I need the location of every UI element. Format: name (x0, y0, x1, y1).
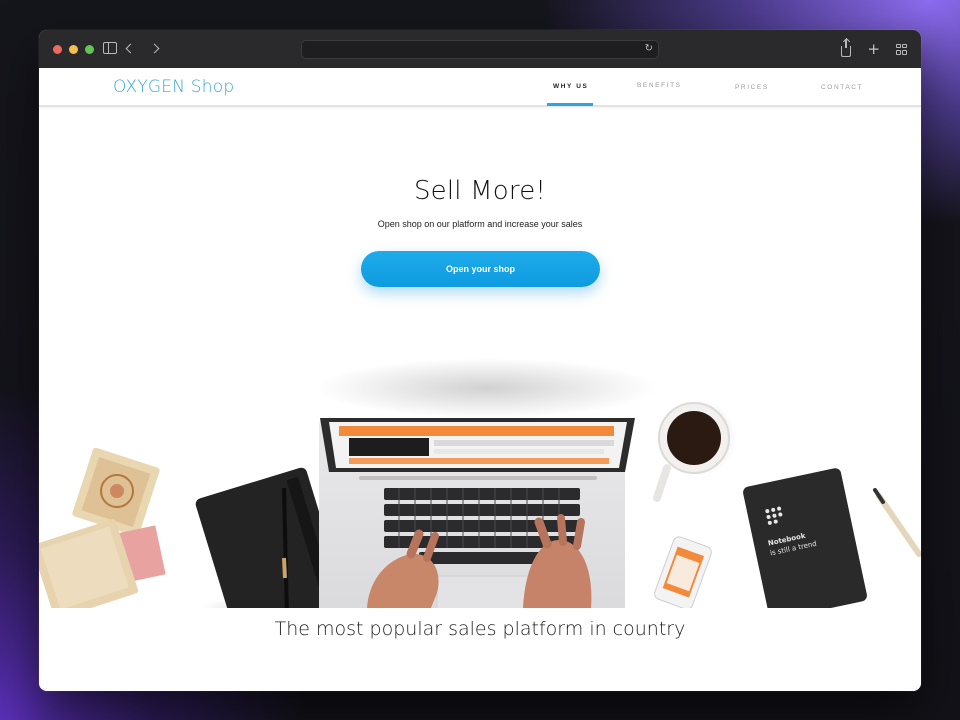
web-page: OXYGEN Shop WHY US BENEFITS PRICES CONTA… (39, 68, 921, 691)
nav-item-contact[interactable]: CONTACT (821, 84, 863, 91)
nav-item-benefits[interactable]: BENEFITS (637, 82, 682, 89)
window-controls (53, 44, 94, 54)
hero-desk-illustration: Notebook is still a trend (39, 358, 921, 608)
back-icon[interactable] (125, 41, 136, 54)
reload-icon[interactable]: ↻ (645, 44, 653, 54)
greeting-cards (39, 447, 166, 608)
browser-window: ↻ + OXYGEN Shop WHY US BENEFITS PRICES C… (39, 30, 921, 691)
pencil (873, 488, 921, 557)
sidebar-icon[interactable] (103, 42, 117, 54)
minimize-window-button[interactable] (69, 44, 78, 54)
section-tagline: The most popular sales platform in count… (274, 618, 686, 640)
new-tab-icon[interactable]: + (867, 40, 880, 58)
close-window-button[interactable] (53, 44, 62, 54)
laptop (317, 358, 657, 608)
address-bar[interactable]: ↻ (301, 40, 659, 59)
zoom-window-button[interactable] (85, 44, 94, 54)
hero-subtitle: Open shop on our platform and increase y… (377, 219, 583, 229)
hero-title: Sell More! (413, 176, 547, 206)
smartphone (654, 536, 712, 608)
notebook-right: Notebook is still a trend (743, 468, 867, 608)
tab-overview-icon[interactable] (896, 43, 907, 55)
browser-toolbar: ↻ + (39, 30, 921, 68)
nav-item-why-us[interactable]: WHY US (553, 83, 588, 90)
nav-active-indicator (547, 103, 593, 106)
share-icon[interactable] (841, 38, 852, 57)
site-header: OXYGEN Shop WHY US BENEFITS PRICES CONTA… (39, 68, 921, 107)
toolbar-right-actions: + (841, 38, 907, 58)
open-shop-button[interactable]: Open your shop (361, 251, 600, 287)
coffee-cup (653, 400, 737, 502)
forward-icon[interactable] (149, 41, 160, 54)
main-nav: WHY US BENEFITS PRICES CONTACT (39, 68, 921, 107)
nav-item-prices[interactable]: PRICES (735, 84, 769, 91)
